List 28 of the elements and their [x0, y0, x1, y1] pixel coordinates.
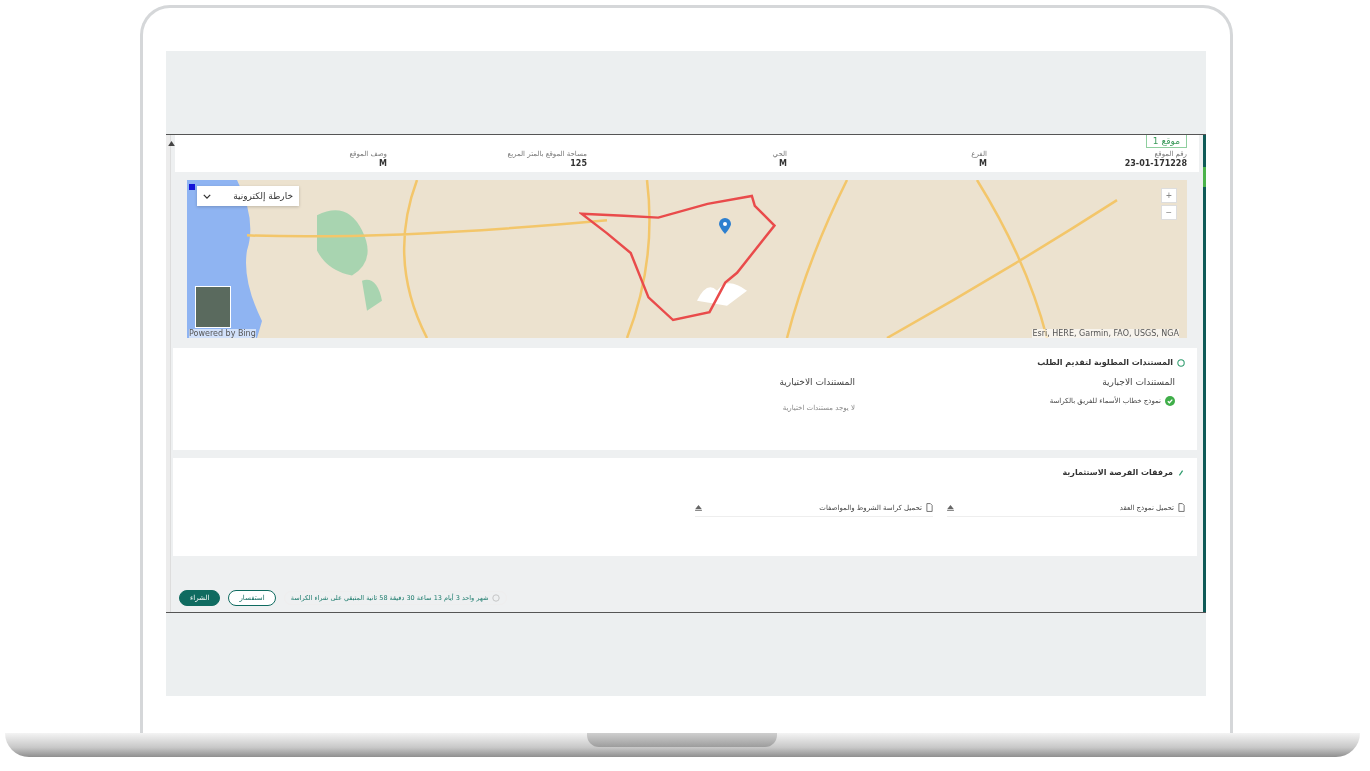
park-area	[362, 279, 382, 311]
info-value: 23-01-171228	[1123, 159, 1187, 168]
zoom-out-button[interactable]: −	[1161, 205, 1177, 220]
map-attribution: Esri, HERE, Garmin, FAO, USGS, NGA	[1032, 329, 1179, 338]
section-title: المستندات المطلوبة لتقديم الطلب	[1037, 358, 1173, 367]
map-attribution: Powered by Bing	[189, 329, 256, 338]
unmapped-area	[697, 283, 747, 306]
info-value: M	[778, 159, 787, 168]
park-area	[317, 210, 368, 276]
scroll-up-icon[interactable]	[168, 141, 175, 146]
download-icon[interactable]	[947, 504, 954, 511]
map-corner-marker	[189, 184, 195, 190]
info-value: M	[978, 159, 987, 168]
circle-icon	[1177, 358, 1185, 367]
column-title: المستندات الاجبارية	[1101, 377, 1175, 387]
site-badge: موقع 1	[1145, 135, 1187, 148]
caret-icon	[203, 193, 211, 199]
download-icon[interactable]	[695, 504, 702, 511]
info-value: 125	[569, 159, 587, 168]
document-icon	[926, 503, 933, 512]
column-title: المستندات الاختيارية	[778, 377, 855, 387]
map-pin-icon[interactable]	[719, 218, 731, 234]
document-icon	[1178, 503, 1185, 512]
section-title: مرفقات الفرصة الاستثمارية	[1062, 468, 1173, 477]
map-layer-dropdown[interactable]: خارطة إلكترونية	[197, 186, 299, 206]
zoom-in-button[interactable]: +	[1161, 188, 1177, 203]
info-value: M	[378, 159, 387, 168]
satellite-thumbnail[interactable]	[195, 286, 231, 328]
